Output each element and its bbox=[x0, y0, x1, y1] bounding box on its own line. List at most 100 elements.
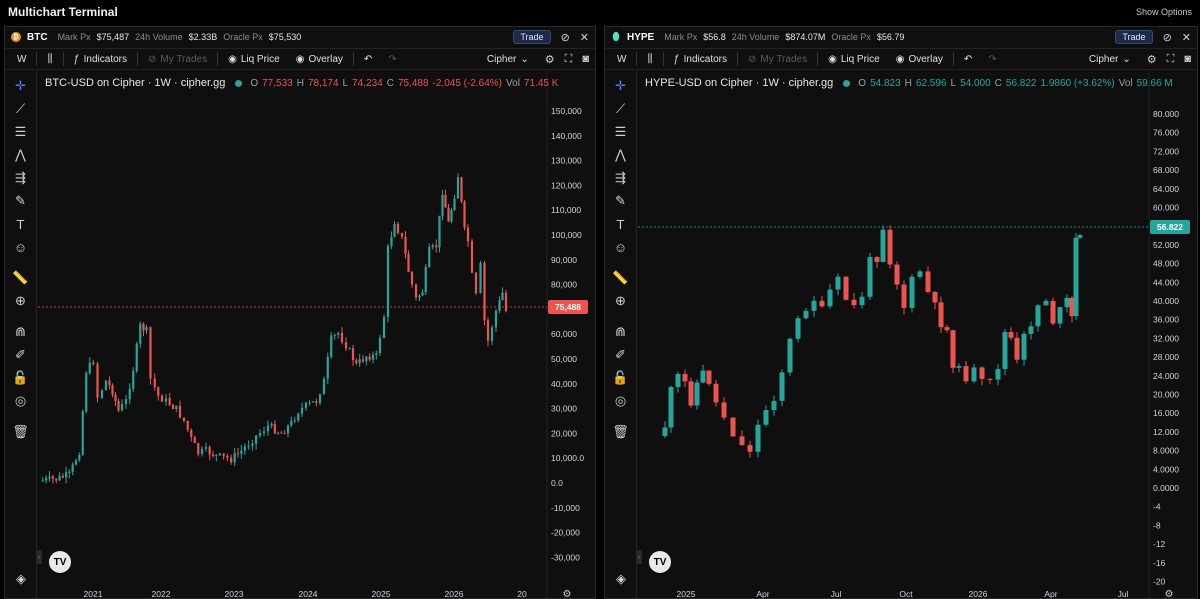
fib-icon[interactable]: ☰ bbox=[9, 121, 33, 143]
y-tick-label: -10,000 bbox=[551, 503, 580, 513]
indicators-button[interactable]: ƒ Indicators bbox=[68, 49, 133, 69]
candle-body bbox=[68, 471, 71, 473]
undo-button[interactable]: ↶ bbox=[958, 49, 978, 69]
open-value: 54.823 bbox=[870, 77, 901, 89]
camera-icon[interactable]: ◙ bbox=[1184, 53, 1191, 65]
emoji-icon[interactable]: ☺ bbox=[9, 236, 33, 258]
candle-body bbox=[987, 378, 993, 380]
indicators-button[interactable]: ƒ Indicators bbox=[668, 49, 733, 69]
volume-label: 24h Volume bbox=[731, 32, 780, 42]
candle-body bbox=[1043, 300, 1049, 306]
crosshair-icon[interactable]: ✛ bbox=[609, 75, 633, 97]
magnet-icon[interactable]: ⋒ bbox=[9, 321, 33, 343]
y-tick-label: 80.000 bbox=[1153, 109, 1179, 119]
text-icon[interactable]: T bbox=[9, 213, 33, 235]
overlay-button[interactable]: ◉ Overlay bbox=[890, 49, 949, 69]
overlay-button[interactable]: ◉ Overlay bbox=[290, 49, 349, 69]
measure-lines-icon[interactable]: ⇶ bbox=[9, 167, 33, 189]
crosshair-icon[interactable]: ✛ bbox=[9, 75, 33, 97]
measure-lines-icon[interactable]: ⇶ bbox=[609, 167, 633, 189]
zoom-icon[interactable]: ⊕ bbox=[609, 290, 633, 312]
redo-button[interactable]: ↷ bbox=[382, 49, 402, 69]
interval-button[interactable]: W bbox=[11, 49, 32, 69]
liq-price-button[interactable]: ◉ Liq Price bbox=[822, 49, 886, 69]
candle-body bbox=[186, 420, 189, 430]
hype-price-chart[interactable]: 80.00076.00072.00068.00064.00060.00056.0… bbox=[638, 71, 1197, 599]
close-icon[interactable]: ✕ bbox=[580, 31, 589, 44]
candle-body bbox=[226, 455, 229, 458]
gear-icon[interactable]: ⚙ bbox=[545, 53, 555, 66]
magnet-icon[interactable]: ⋒ bbox=[609, 321, 633, 343]
pattern-icon[interactable]: ⋀ bbox=[9, 144, 33, 166]
indicators-label: Indicators bbox=[83, 53, 127, 65]
mark-price-label: Mark Px bbox=[664, 32, 698, 42]
lock-icon[interactable]: 🔓 bbox=[609, 367, 633, 389]
ruler-icon[interactable]: 📏 bbox=[609, 267, 633, 289]
high-value: 62.596 bbox=[915, 77, 947, 89]
brush-icon[interactable]: ✎ bbox=[609, 190, 633, 212]
trade-button[interactable]: Trade bbox=[1115, 30, 1153, 44]
gear-icon[interactable]: ⚙ bbox=[1147, 53, 1157, 66]
lock-pencil-icon[interactable]: ✐ bbox=[609, 344, 633, 366]
show-options-button[interactable]: Show Options bbox=[1136, 7, 1192, 17]
x-tick-label: Apr bbox=[1044, 589, 1057, 599]
layers-icon[interactable]: ◈ bbox=[609, 568, 633, 590]
axis-settings-icon[interactable]: ⚙ bbox=[563, 589, 572, 599]
source-select[interactable]: Cipher ⌄ bbox=[1083, 49, 1137, 69]
axis-settings-icon[interactable]: ⚙ bbox=[1165, 589, 1174, 599]
tradingview-logo[interactable]: TV bbox=[49, 551, 71, 573]
camera-icon[interactable]: ◙ bbox=[582, 53, 589, 65]
candle-body bbox=[262, 431, 266, 434]
candle-type-button[interactable]: ⫼ bbox=[41, 49, 58, 69]
fib-icon[interactable]: ☰ bbox=[609, 121, 633, 143]
fullscreen-icon[interactable]: ⛶ bbox=[1167, 53, 1175, 66]
zoom-icon[interactable]: ⊕ bbox=[9, 290, 33, 312]
redo-button[interactable]: ↷ bbox=[982, 49, 1002, 69]
toolbar-divider bbox=[217, 52, 219, 66]
candle-body bbox=[1057, 307, 1063, 324]
brush-icon[interactable]: ✎ bbox=[9, 190, 33, 212]
candle-body bbox=[721, 402, 727, 418]
symbol-label[interactable]: HYPE bbox=[627, 32, 654, 43]
btc-price-chart[interactable]: 150,000 140,000 130,000 120,000 110,000 100,0… bbox=[38, 71, 595, 599]
my-trades-button[interactable]: ⊘ My Trades bbox=[142, 49, 213, 69]
toolbar-divider bbox=[352, 52, 354, 66]
collapse-handle[interactable]: ‹ bbox=[636, 550, 642, 564]
candle-type-button[interactable]: ⫼ bbox=[641, 49, 658, 69]
layers-icon[interactable]: ◈ bbox=[9, 568, 33, 590]
undo-button[interactable]: ↶ bbox=[358, 49, 378, 69]
collapse-handle[interactable]: ‹ bbox=[36, 550, 42, 564]
trash-icon[interactable]: 🗑 bbox=[9, 421, 33, 443]
candle-body bbox=[466, 227, 470, 242]
y-tick-label: 50,000 bbox=[551, 354, 577, 364]
pattern-icon[interactable]: ⋀ bbox=[609, 144, 633, 166]
settings-off-icon[interactable]: ⊘ bbox=[561, 31, 570, 44]
status-dot bbox=[235, 79, 243, 87]
liq-price-button[interactable]: ◉ Liq Price bbox=[222, 49, 286, 69]
trend-line-icon[interactable]: ⟋ bbox=[9, 98, 33, 120]
eye-icon[interactable]: ◎ bbox=[609, 390, 633, 412]
symbol-label[interactable]: BTC bbox=[27, 32, 48, 43]
open-value: 77,533 bbox=[262, 77, 293, 89]
lock-icon[interactable]: 🔓 bbox=[9, 367, 33, 389]
lock-pencil-icon[interactable]: ✐ bbox=[9, 344, 33, 366]
candle-body bbox=[51, 476, 54, 479]
trend-line-icon[interactable]: ⟋ bbox=[609, 98, 633, 120]
x-tick-label: 2023 bbox=[225, 589, 244, 599]
candle-body bbox=[211, 454, 215, 457]
candle-body bbox=[41, 480, 44, 482]
close-icon[interactable]: ✕ bbox=[1182, 31, 1191, 44]
eye-icon[interactable]: ◎ bbox=[9, 390, 33, 412]
trash-icon[interactable]: 🗑 bbox=[609, 421, 633, 443]
settings-off-icon[interactable]: ⊘ bbox=[1163, 31, 1172, 44]
emoji-icon[interactable]: ☺ bbox=[609, 236, 633, 258]
source-select[interactable]: Cipher ⌄ bbox=[481, 49, 535, 69]
interval-button[interactable]: W bbox=[611, 49, 632, 69]
tradingview-logo[interactable]: TV bbox=[649, 551, 671, 573]
trade-button[interactable]: Trade bbox=[513, 30, 551, 44]
my-trades-button[interactable]: ⊘ My Trades bbox=[742, 49, 813, 69]
legend-title: BTC-USD on Cipher · 1W · cipher.gg bbox=[45, 77, 226, 89]
ruler-icon[interactable]: 📏 bbox=[9, 267, 33, 289]
text-icon[interactable]: T bbox=[609, 213, 633, 235]
fullscreen-icon[interactable]: ⛶ bbox=[565, 53, 573, 66]
